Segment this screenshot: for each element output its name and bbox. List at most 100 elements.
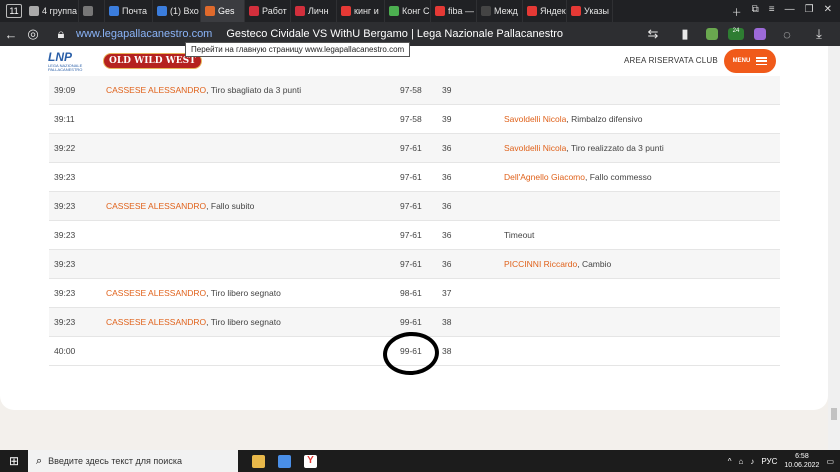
scrollbar-thumb[interactable]	[831, 408, 837, 420]
tab-count-button[interactable]: 11	[6, 4, 22, 18]
away-event: Timeout	[504, 230, 780, 240]
download-icon[interactable]: ⤓	[808, 26, 830, 42]
address-bar: ← ◎ 🔒︎ www.legapallacanestro.com Gesteco…	[0, 22, 840, 46]
play-score: 98-61	[400, 288, 422, 298]
browser-tab[interactable]: Конг С	[385, 0, 431, 22]
play-time: 40:00	[54, 346, 76, 356]
tab-favicon-icon	[109, 6, 119, 16]
away-player-link[interactable]: Savoldelli Nicola	[504, 114, 566, 124]
lnp-logo[interactable]: LNP LEGA NAZIONALE PALLACANESTRO	[48, 50, 96, 72]
browser-tab[interactable]: Указы	[567, 0, 613, 22]
play-diff: 39	[442, 85, 452, 95]
play-diff: 36	[442, 259, 452, 269]
url-text[interactable]: www.legapallacanestro.com	[76, 28, 212, 40]
play-row: 39:23 97-61 36 Dell'Agnello Giacomo, Fallo …	[49, 163, 780, 192]
menu-button[interactable]: MENU	[724, 49, 776, 73]
play-row: 39:11 97-58 39 Savoldelli Nicola, Rimbalzo …	[49, 105, 780, 134]
home-action: , Fallo subito	[206, 201, 255, 211]
play-time: 39:23	[54, 317, 76, 327]
minimize-icon[interactable]: —	[785, 4, 795, 19]
play-score: 97-61	[400, 230, 422, 240]
away-player-link[interactable]: Dell'Agnello Giacomo	[504, 172, 585, 182]
download-extension-icon[interactable]	[706, 28, 718, 40]
home-player-link[interactable]: CASSESE ALESSANDRO	[106, 317, 206, 327]
browser-tab[interactable]: кинг и	[337, 0, 385, 22]
tab-favicon-icon	[389, 6, 399, 16]
home-action: , Tiro sbagliato da 3 punti	[206, 85, 302, 95]
away-player-link[interactable]: PICCINNI Riccardo	[504, 259, 577, 269]
play-by-play-table: 39:09 CASSESE ALESSANDRO, Tiro sbagliato …	[49, 76, 780, 366]
volume-icon[interactable]: ♪	[750, 457, 754, 466]
restore-icon[interactable]: ❐	[805, 4, 814, 19]
new-tab-icon[interactable]: ＋	[732, 4, 742, 19]
away-event: Savoldelli Nicola, Rimbalzo difensivo	[504, 114, 780, 124]
play-diff: 38	[442, 317, 452, 327]
home-event: CASSESE ALESSANDRO, Tiro libero segnato	[106, 288, 400, 298]
tab-favicon-icon	[527, 6, 537, 16]
taskbar-search-box[interactable]: ⌕ Введите здесь текст для поиска	[28, 450, 238, 472]
home-player-link[interactable]: CASSESE ALESSANDRO	[106, 201, 206, 211]
yandex-browser-icon[interactable]: Y	[304, 454, 317, 468]
store-icon[interactable]	[278, 454, 291, 468]
away-action: , Tiro realizzato da 3 punti	[566, 143, 664, 153]
search-placeholder: Введите здесь текст для поиска	[48, 456, 182, 466]
away-action: , Cambio	[577, 259, 612, 269]
page-title: Gesteco Cividale VS WithU Bergamo | Lega…	[226, 28, 564, 40]
windows-start-icon[interactable]: ⊞	[0, 454, 28, 468]
browser-tab[interactable]: (1) Вхо	[153, 0, 201, 22]
back-arrow-icon[interactable]: ←	[0, 27, 22, 42]
language-indicator[interactable]: РУС	[761, 457, 777, 466]
browser-tab-strip: 11 4 группа 1 Почта (1) Вхо Ges Работ Личн кин…	[0, 0, 840, 22]
play-time: 39:09	[54, 85, 76, 95]
away-player-link[interactable]: Savoldelli Nicola	[504, 143, 566, 153]
play-time: 39:23	[54, 172, 76, 182]
home-player-link[interactable]: CASSESE ALESSANDRO	[106, 85, 206, 95]
play-time: 39:23	[54, 288, 76, 298]
url-tooltip: Перейти на главную страницу www.legapall…	[185, 42, 411, 57]
tab-label: Личн	[308, 6, 329, 16]
browser-tab[interactable]: Ges	[201, 0, 245, 22]
browser-tab[interactable]: Почта	[105, 0, 153, 22]
play-diff: 36	[442, 172, 452, 182]
area-riservata-link[interactable]: AREA RISERVATA CLUB	[624, 56, 718, 65]
page-content: LNP LEGA NAZIONALE PALLACANESTRO OLD WIL…	[0, 46, 840, 450]
tab-label: (1) Вхо	[170, 6, 199, 16]
taskbar-apps: Y	[252, 454, 317, 468]
play-diff: 38	[442, 346, 452, 356]
collections-icon[interactable]: ⧉	[752, 4, 759, 19]
bookmark-icon[interactable]: ▮	[674, 26, 696, 42]
away-event: Savoldelli Nicola, Tiro realizzato da 3 …	[504, 143, 780, 153]
notifications-icon[interactable]: ▭	[826, 457, 834, 466]
browser-tab[interactable]: fiba —	[431, 0, 477, 22]
network-icon[interactable]: ⌂	[739, 457, 744, 466]
browser-tab[interactable]: Яндек	[523, 0, 567, 22]
home-action: , Tiro libero segnato	[206, 288, 281, 298]
windows-taskbar: ⊞ ⌕ Введите здесь текст для поиска Y ^ ⌂…	[0, 450, 840, 472]
tab-favicon-icon	[205, 6, 215, 16]
extension-badge[interactable]: 24	[728, 28, 744, 40]
tab-label: Межд	[494, 6, 518, 16]
lock-icon: 🔒︎	[57, 26, 65, 41]
browser-tab[interactable]: Межд	[477, 0, 523, 22]
protect-icon[interactable]: ◎	[22, 26, 44, 42]
away-action: , Rimbalzo difensivo	[566, 114, 643, 124]
page-scrollbar[interactable]	[828, 46, 840, 450]
browser-tab[interactable]: Работ	[245, 0, 291, 22]
tab-list: 4 группа 1 Почта (1) Вхо Ges Работ Личн кинг и…	[25, 0, 613, 22]
file-explorer-icon[interactable]	[252, 454, 265, 468]
url-field[interactable]: 🔒︎ www.legapallacanestro.com Gesteco Civ…	[50, 25, 610, 43]
browser-tab[interactable]	[79, 0, 105, 22]
tray-chevron-icon[interactable]: ^	[728, 457, 732, 466]
tab-label: fiba —	[448, 6, 475, 16]
translate-icon[interactable]: ⇆	[642, 26, 664, 42]
lnp-logo-mark: LNP	[48, 50, 72, 64]
taskbar-clock[interactable]: 6:58 10.06.2022	[784, 452, 819, 470]
browser-tab[interactable]: 4 группа 1	[25, 0, 79, 22]
browser-tab[interactable]: Личн	[291, 0, 337, 22]
pen-extension-icon[interactable]	[754, 28, 766, 40]
alice-icon[interactable]: ◌	[776, 27, 798, 42]
clock-time: 6:58	[795, 453, 809, 460]
home-player-link[interactable]: CASSESE ALESSANDRO	[106, 288, 206, 298]
menu-icon[interactable]: ≡	[769, 4, 775, 19]
close-icon[interactable]: ✕	[824, 4, 832, 19]
